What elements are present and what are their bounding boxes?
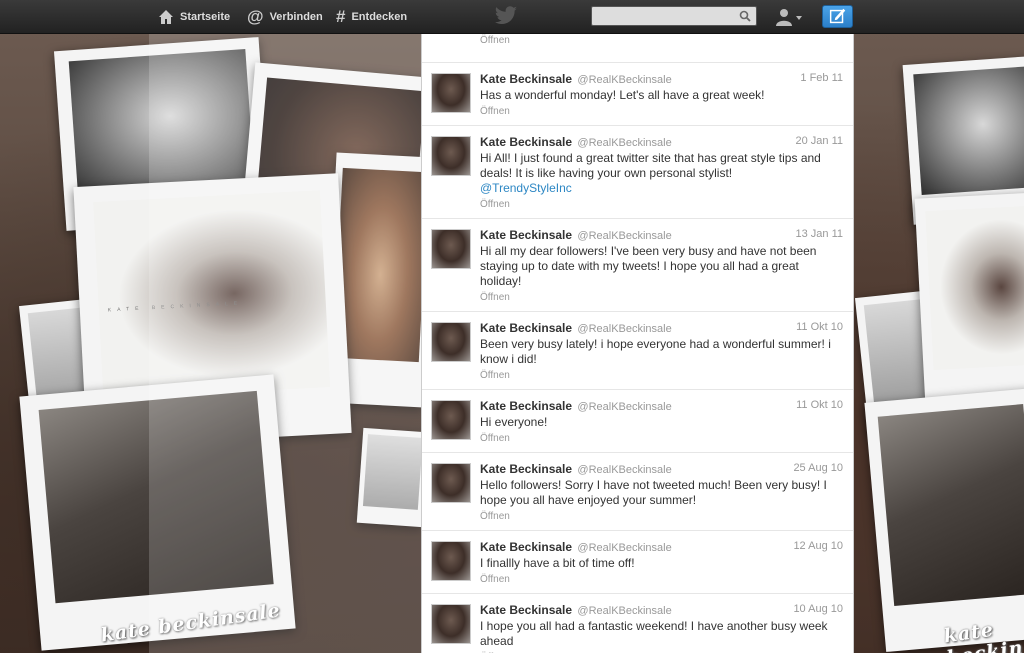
tweet-date[interactable]: 25 Aug 10	[793, 462, 843, 474]
avatar[interactable]	[431, 463, 471, 503]
tweet-author-handle[interactable]: @RealKBeckinsale	[577, 605, 671, 617]
open-link[interactable]: Öffnen	[480, 370, 843, 382]
at-sign-icon: @	[247, 7, 264, 26]
tweet-text: I hope you all had a fantastic weekend! …	[480, 619, 843, 649]
avatar[interactable]	[431, 229, 471, 269]
home-icon	[159, 9, 173, 24]
tweet-item[interactable]: Kate Beckinsale @RealKBeckinsale 1 Feb 11…	[422, 63, 853, 126]
polaroid-photo	[914, 191, 1024, 409]
tweet-text: Hi All! I just found a great twitter sit…	[480, 151, 843, 196]
twitter-bird-icon[interactable]	[494, 6, 518, 26]
tweet-text-body: Been very busy lately! i hope everyone h…	[480, 337, 831, 366]
tweet-author-name[interactable]: Kate Beckinsale	[480, 321, 572, 335]
tweet-author-handle[interactable]: @RealKBeckinsale	[577, 542, 671, 554]
tweet-item[interactable]: Kate Beckinsale @RealKBeckinsale 12 Aug 1…	[422, 531, 853, 594]
tweet-text-body: Hi All! I just found a great twitter sit…	[480, 151, 821, 180]
background-stripe	[149, 34, 421, 653]
tweet-item[interactable]: Kate Beckinsale @RealKBeckinsale 25 Aug 1…	[422, 453, 853, 531]
avatar[interactable]	[431, 136, 471, 176]
tweet-text: Has a wonderful monday! Let's all have a…	[480, 88, 843, 103]
search-input[interactable]	[592, 8, 742, 26]
tweet-text-body: I finallly have a bit of time off!	[480, 556, 635, 570]
avatar[interactable]	[431, 541, 471, 581]
tweet-author-name[interactable]: Kate Beckinsale	[480, 228, 572, 242]
top-bar: Startseite @ Verbinden # Entdecken	[0, 0, 1024, 34]
open-link[interactable]: Öffnen	[480, 433, 843, 445]
nav-discover-label: Entdecken	[351, 10, 408, 23]
hashtag-icon: #	[336, 7, 346, 26]
tweet-partial: Öffnen	[422, 34, 853, 63]
tweet-item[interactable]: Kate Beckinsale @RealKBeckinsale 20 Jan 1…	[422, 126, 853, 219]
tweet-mention-link[interactable]: @TrendyStyleInc	[480, 181, 572, 195]
tweet-author-name[interactable]: Kate Beckinsale	[480, 72, 572, 86]
nav-discover[interactable]: # Entdecken	[336, 0, 407, 33]
tweet-author-handle[interactable]: @RealKBeckinsale	[577, 401, 671, 413]
tweet-text-body: Has a wonderful monday! Let's all have a…	[480, 88, 765, 102]
tweet-text-body: Hi everyone!	[480, 415, 548, 429]
tweet-text: Been very busy lately! i hope everyone h…	[480, 337, 843, 367]
tweet-item[interactable]: Kate Beckinsale @RealKBeckinsale 11 Okt 1…	[422, 390, 853, 453]
tweet-author-handle[interactable]: @RealKBeckinsale	[577, 137, 671, 149]
tweet-date[interactable]: 20 Jan 11	[795, 135, 843, 147]
tweet-author-handle[interactable]: @RealKBeckinsale	[577, 464, 671, 476]
tweet-text: Hi all my dear followers! I've been very…	[480, 244, 843, 289]
avatar[interactable]	[431, 73, 471, 113]
open-link[interactable]: Öffnen	[480, 574, 843, 586]
tweet-item[interactable]: Kate Beckinsale @RealKBeckinsale 11 Okt 1…	[422, 312, 853, 390]
tweet-author-name[interactable]: Kate Beckinsale	[480, 540, 572, 554]
tweet-item[interactable]: Kate Beckinsale @RealKBeckinsale 13 Jan 1…	[422, 219, 853, 312]
nav-connect[interactable]: @ Verbinden	[247, 0, 323, 33]
avatar[interactable]	[431, 400, 471, 440]
tweet-text-body: I hope you all had a fantastic weekend! …	[480, 619, 828, 648]
open-link[interactable]: Öffnen	[480, 106, 843, 118]
tweet-date[interactable]: 1 Feb 11	[800, 72, 843, 84]
tweet-item[interactable]: Kate Beckinsale @RealKBeckinsale 10 Aug 1…	[422, 594, 853, 653]
compose-tweet-button[interactable]	[822, 5, 853, 28]
avatar[interactable]	[431, 322, 471, 362]
tweet-author-handle[interactable]: @RealKBeckinsale	[577, 74, 671, 86]
search-icon[interactable]	[739, 10, 751, 22]
tweet-author-name[interactable]: Kate Beckinsale	[480, 462, 572, 476]
open-link[interactable]: Öffnen	[480, 511, 843, 523]
tweet-text: Hello followers! Sorry I have not tweete…	[480, 478, 843, 508]
nav-home[interactable]: Startseite	[158, 0, 230, 33]
user-menu-icon[interactable]	[775, 8, 803, 26]
open-link[interactable]: Öffnen	[480, 199, 843, 211]
tweet-author-name[interactable]: Kate Beckinsale	[480, 135, 572, 149]
open-link[interactable]: Öffnen	[480, 292, 843, 304]
tweet-date[interactable]: 10 Aug 10	[793, 603, 843, 615]
tweet-author-name[interactable]: Kate Beckinsale	[480, 603, 572, 617]
polaroid-photo	[864, 388, 1024, 652]
tweet-text-body: Hi all my dear followers! I've been very…	[480, 244, 817, 288]
tweet-timeline: Öffnen Kate Beckinsale @RealKBeckinsale 1…	[421, 34, 854, 653]
tweet-text: Hi everyone!	[480, 415, 843, 430]
compose-icon	[829, 8, 846, 24]
tweet-text: I finallly have a bit of time off!	[480, 556, 843, 571]
nav-home-label: Startseite	[180, 10, 231, 23]
tweet-author-handle[interactable]: @RealKBeckinsale	[577, 323, 671, 335]
tweet-date[interactable]: 11 Okt 10	[796, 399, 843, 411]
open-link[interactable]: Öffnen	[480, 34, 843, 47]
tweet-list: Kate Beckinsale @RealKBeckinsale 1 Feb 11…	[422, 63, 853, 653]
search-box[interactable]	[591, 6, 757, 26]
tweet-date[interactable]: 11 Okt 10	[796, 321, 843, 333]
nav-connect-label: Verbinden	[269, 10, 323, 23]
tweet-date[interactable]: 12 Aug 10	[793, 540, 843, 552]
tweet-author-handle[interactable]: @RealKBeckinsale	[577, 230, 671, 242]
tweet-text-body: Hello followers! Sorry I have not tweete…	[480, 478, 827, 507]
tweet-date[interactable]: 13 Jan 11	[795, 228, 843, 240]
tweet-author-name[interactable]: Kate Beckinsale	[480, 399, 572, 413]
avatar[interactable]	[431, 604, 471, 644]
